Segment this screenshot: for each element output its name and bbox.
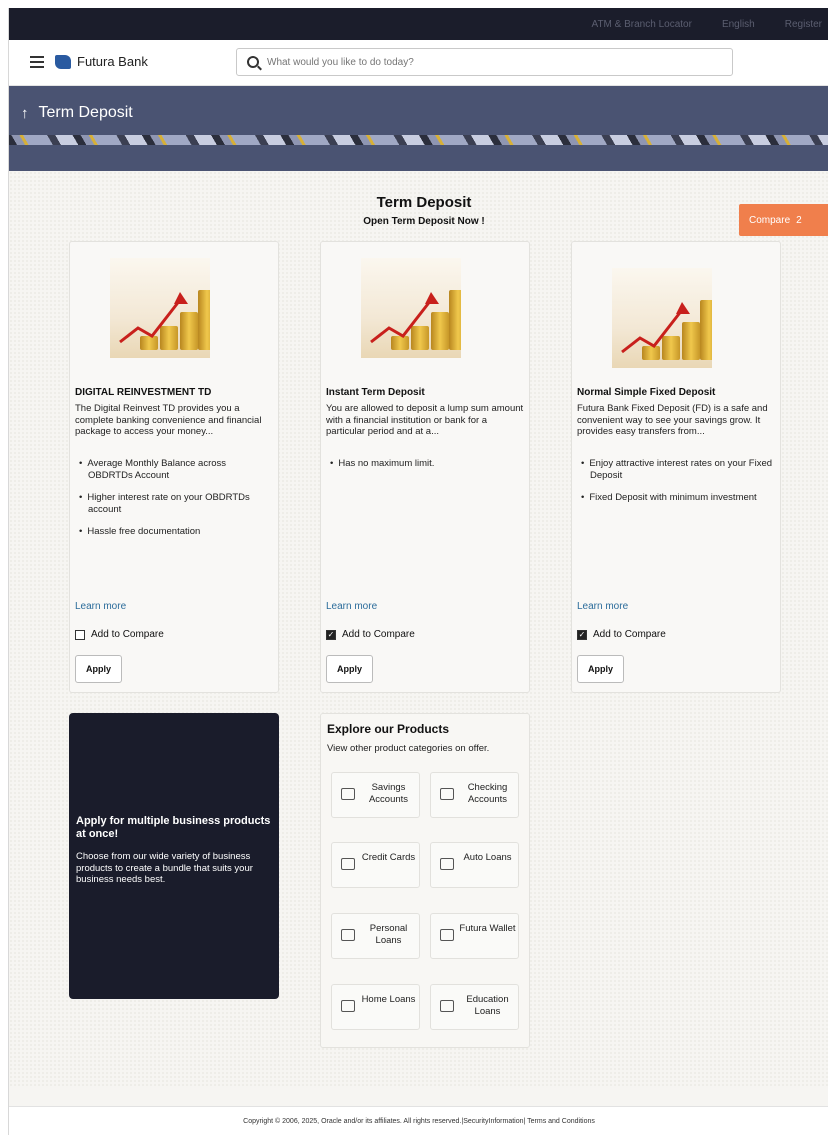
product-tile-checking-accounts[interactable]: Checking Accounts bbox=[430, 772, 519, 818]
promo-text: Choose from our wide variety of business… bbox=[76, 851, 253, 885]
brand-name: Futura Bank bbox=[77, 54, 148, 69]
compare-checkbox-label: Add to Compare bbox=[342, 629, 415, 640]
atm-branch-locator-link[interactable]: ATM & Branch Locator bbox=[592, 19, 692, 30]
product-card: DIGITAL REINVESTMENT TD The Digital Rein… bbox=[69, 241, 279, 693]
feature-item: Fixed Deposit with minimum investment bbox=[577, 492, 775, 504]
section-subtitle: Open Term Deposit Now ! bbox=[363, 216, 485, 227]
back-arrow-icon[interactable]: ↑ bbox=[21, 105, 29, 122]
banner-decoration bbox=[9, 135, 828, 145]
product-tile-savings-accounts[interactable]: Savings Accounts bbox=[331, 772, 420, 818]
learn-more-link[interactable]: Learn more bbox=[577, 601, 628, 612]
product-card: Normal Simple Fixed Deposit Futura Bank … bbox=[571, 241, 781, 693]
home-icon bbox=[341, 1000, 355, 1012]
growth-chart-image bbox=[612, 268, 712, 368]
credit-card-icon bbox=[341, 858, 355, 870]
page-title: ↑ Term Deposit bbox=[21, 104, 133, 122]
product-description: The Digital Reinvest TD provides you a c… bbox=[75, 403, 262, 437]
growth-chart-image bbox=[361, 258, 461, 358]
product-description: You are allowed to deposit a lump sum am… bbox=[326, 403, 524, 437]
product-tile-credit-cards[interactable]: Credit Cards bbox=[331, 842, 420, 888]
learn-more-link[interactable]: Learn more bbox=[326, 601, 377, 612]
tile-label: Home Loans bbox=[361, 994, 416, 1005]
feature-item: Average Monthly Balance across OBDRTDs A… bbox=[75, 458, 273, 481]
compare-checkbox-label: Add to Compare bbox=[593, 629, 666, 640]
add-to-compare[interactable]: ✓ Add to Compare bbox=[326, 629, 415, 640]
add-to-compare[interactable]: ✓ Add to Compare bbox=[577, 629, 666, 640]
tile-label: Checking Accounts bbox=[467, 782, 508, 805]
compare-checkbox[interactable] bbox=[75, 629, 85, 640]
footer: Copyright © 2006, 2025, Oracle and/or it… bbox=[9, 1106, 828, 1135]
book-icon bbox=[440, 1000, 454, 1012]
product-title: Normal Simple Fixed Deposit bbox=[577, 387, 716, 398]
feature-item: Hassle free documentation bbox=[75, 526, 273, 538]
product-tile-auto-loans[interactable]: Auto Loans bbox=[430, 842, 519, 888]
tile-label: Savings Accounts bbox=[368, 782, 409, 805]
header: Futura Bank bbox=[9, 40, 828, 86]
explore-products: Explore our Products View other product … bbox=[320, 713, 530, 1048]
feature-list: Enjoy attractive interest rates on your … bbox=[577, 458, 775, 515]
growth-chart-image bbox=[110, 258, 210, 358]
learn-more-link[interactable]: Learn more bbox=[75, 601, 126, 612]
tile-label: Auto Loans bbox=[463, 852, 512, 863]
compare-label: Compare bbox=[749, 214, 791, 226]
feature-item: Enjoy attractive interest rates on your … bbox=[577, 458, 775, 481]
savings-icon bbox=[341, 788, 355, 800]
explore-subtitle: View other product categories on offer. bbox=[327, 743, 490, 754]
explore-title: Explore our Products bbox=[327, 722, 450, 736]
car-icon bbox=[440, 858, 454, 870]
register-link[interactable]: Register bbox=[785, 19, 822, 30]
tile-label: Personal Loans bbox=[369, 923, 408, 946]
compare-count: 2 bbox=[796, 214, 802, 226]
language-selector[interactable]: English bbox=[722, 19, 755, 30]
product-tile-home-loans[interactable]: Home Loans bbox=[331, 984, 420, 1030]
promo-title: Apply for multiple business products at … bbox=[76, 815, 271, 840]
compare-checkbox[interactable]: ✓ bbox=[326, 629, 336, 640]
compare-checkbox[interactable]: ✓ bbox=[577, 629, 587, 640]
product-tile-education-loans[interactable]: Education Loans bbox=[430, 984, 519, 1030]
menu-icon[interactable] bbox=[30, 56, 44, 68]
compare-checkbox-label: Add to Compare bbox=[91, 629, 164, 640]
app-frame: ATM & Branch Locator English Register Fu… bbox=[8, 8, 828, 1135]
product-title: Instant Term Deposit bbox=[326, 387, 425, 398]
business-promo-card[interactable]: Apply for multiple business products at … bbox=[69, 713, 279, 999]
tile-label: Futura Wallet bbox=[459, 923, 516, 934]
search-input[interactable] bbox=[267, 56, 707, 68]
feature-list: Has no maximum limit. bbox=[326, 458, 524, 481]
top-bar: ATM & Branch Locator English Register bbox=[9, 8, 828, 40]
search-box[interactable] bbox=[236, 48, 733, 76]
page-title-text: Term Deposit bbox=[38, 104, 133, 121]
bank-logo-icon bbox=[55, 54, 71, 69]
search-icon bbox=[247, 56, 259, 68]
add-to-compare[interactable]: Add to Compare bbox=[75, 629, 164, 640]
apply-button[interactable]: Apply bbox=[326, 655, 373, 683]
section-title: Term Deposit bbox=[376, 194, 472, 211]
tile-label: Education Loans bbox=[466, 994, 509, 1017]
compare-button[interactable]: Compare 2 bbox=[739, 204, 828, 236]
product-tile-personal-loans[interactable]: Personal Loans bbox=[331, 913, 420, 959]
product-title: DIGITAL REINVESTMENT TD bbox=[75, 387, 212, 398]
product-card: Instant Term Deposit You are allowed to … bbox=[320, 241, 530, 693]
main-content: Term Deposit Open Term Deposit Now ! Com… bbox=[9, 171, 828, 1088]
checking-icon bbox=[440, 788, 454, 800]
apply-button[interactable]: Apply bbox=[75, 655, 122, 683]
page-banner: ↑ Term Deposit bbox=[9, 86, 828, 171]
product-tile-futura-wallet[interactable]: Futura Wallet bbox=[430, 913, 519, 959]
tile-label: Credit Cards bbox=[361, 852, 416, 863]
product-description: Futura Bank Fixed Deposit (FD) is a safe… bbox=[577, 403, 768, 437]
personal-loan-icon bbox=[341, 929, 355, 941]
brand-logo[interactable]: Futura Bank bbox=[55, 54, 148, 69]
feature-item: Has no maximum limit. bbox=[326, 458, 524, 470]
wallet-icon bbox=[440, 929, 454, 941]
apply-button[interactable]: Apply bbox=[577, 655, 624, 683]
feature-item: Higher interest rate on your OBDRTDs acc… bbox=[75, 492, 273, 515]
feature-list: Average Monthly Balance across OBDRTDs A… bbox=[75, 458, 273, 549]
